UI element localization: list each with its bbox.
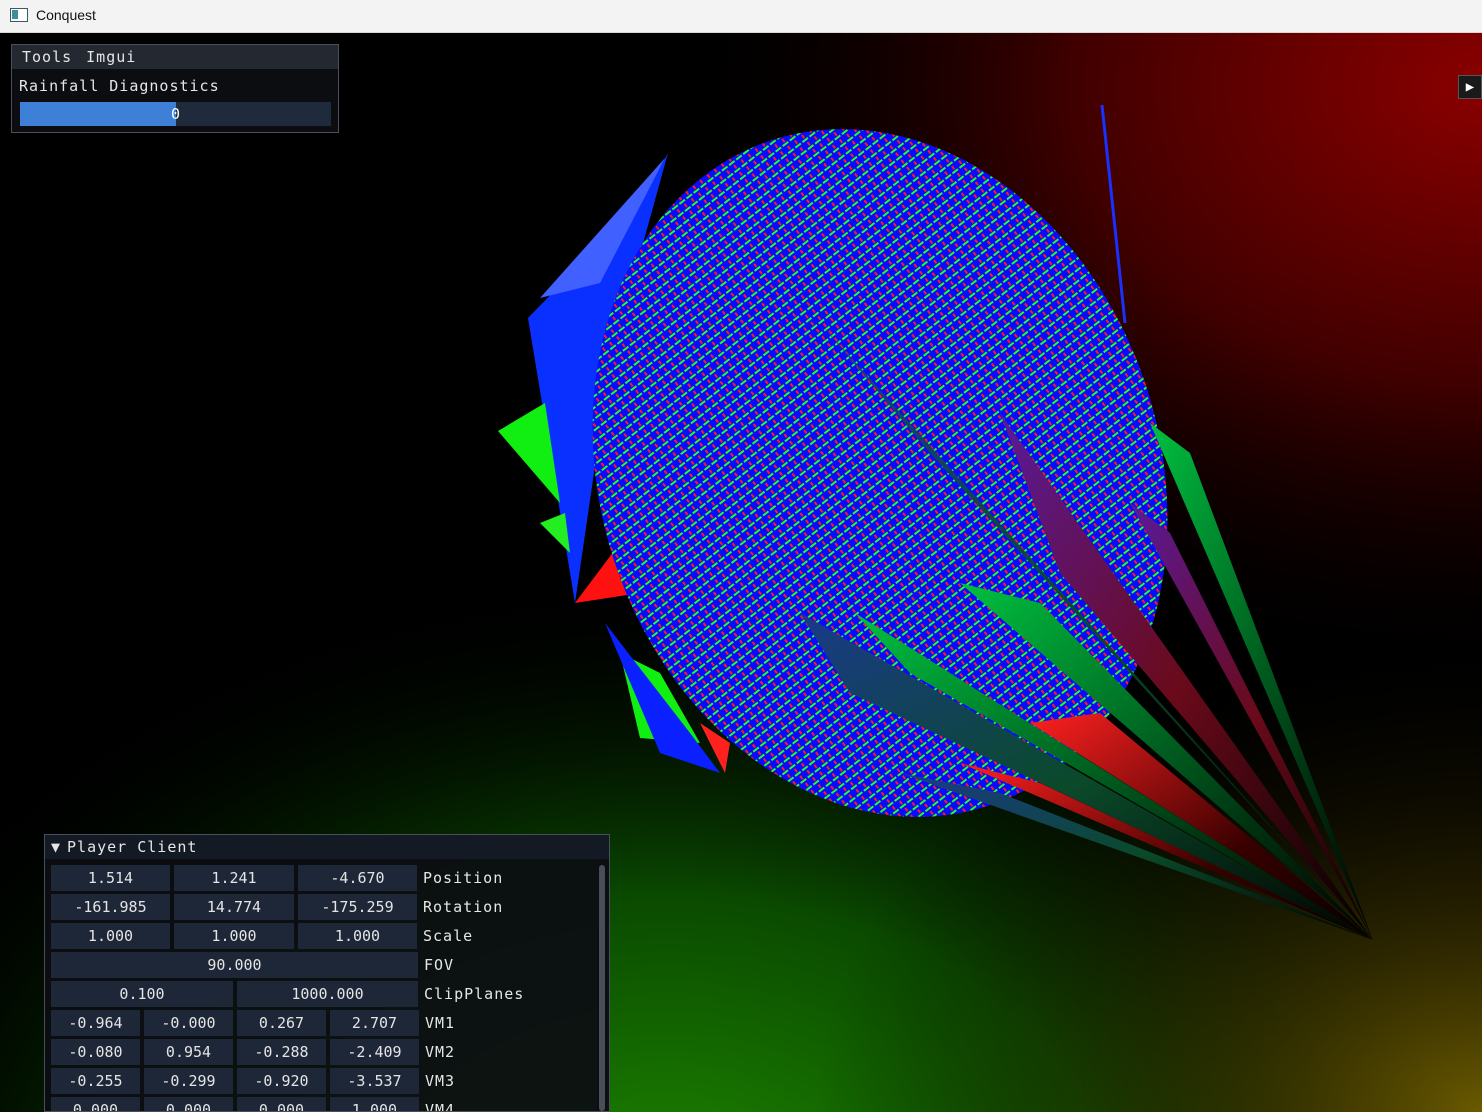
field-label: Scale <box>423 927 474 945</box>
drag-float-input[interactable]: -175.259 <box>298 894 417 920</box>
drag-float-input[interactable]: -0.080 <box>51 1039 140 1065</box>
field-row: -0.964 -0.000 0.267 2.707 VM1 <box>51 1010 595 1036</box>
drag-float-input[interactable]: -4.670 <box>298 865 417 891</box>
field-label: FOV <box>424 956 455 974</box>
player-client-window: ▼ Player Client 1.514 1.241 -4.670 Position… <box>44 834 610 1112</box>
drag-float-input[interactable]: 0.000 <box>51 1097 140 1111</box>
drag-float-input[interactable]: 90.000 <box>51 952 418 978</box>
drag-float-input[interactable]: -161.985 <box>51 894 170 920</box>
drag-float-input[interactable]: 1.000 <box>51 923 170 949</box>
field-label: ClipPlanes <box>424 985 525 1003</box>
drag-float-input[interactable]: 14.774 <box>174 894 294 920</box>
field-row: -161.985 14.774 -175.259 Rotation <box>51 894 595 920</box>
field-label: VM4 <box>425 1101 456 1111</box>
player-client-header[interactable]: ▼ Player Client <box>45 835 609 859</box>
vertical-scrollbar[interactable] <box>597 861 607 1111</box>
drag-float-input[interactable]: -2.409 <box>330 1039 419 1065</box>
drag-float-input[interactable]: 2.707 <box>330 1010 419 1036</box>
drag-float-input[interactable]: 0.100 <box>51 981 233 1007</box>
drag-float-input[interactable]: -0.255 <box>51 1068 140 1094</box>
field-row: 0.000 0.000 0.000 1.000 VM4 <box>51 1097 595 1111</box>
field-label: Position <box>423 869 504 887</box>
field-row: 1.000 1.000 1.000 Scale <box>51 923 595 949</box>
rainfall-diagnostics-label: Rainfall Diagnostics <box>19 77 220 95</box>
field-row: 90.000 FOV <box>51 952 595 978</box>
scrollbar-thumb[interactable] <box>599 865 605 1111</box>
drag-float-input[interactable]: -0.288 <box>237 1039 326 1065</box>
play-arrow-icon: ▶ <box>1465 79 1475 95</box>
field-label: VM1 <box>425 1014 456 1032</box>
drag-float-input[interactable]: 1000.000 <box>237 981 418 1007</box>
window-title: Conquest <box>36 7 96 23</box>
field-label: VM2 <box>425 1043 456 1061</box>
drag-float-input[interactable]: 0.954 <box>144 1039 233 1065</box>
drag-float-input[interactable]: 1.514 <box>51 865 170 891</box>
field-row: -0.080 0.954 -0.288 -2.409 VM2 <box>51 1039 595 1065</box>
player-client-fields: 1.514 1.241 -4.670 Position -161.985 14.774 -1… <box>51 865 595 1111</box>
menu-imgui[interactable]: Imgui <box>86 48 136 66</box>
drag-float-input[interactable]: 1.000 <box>298 923 417 949</box>
rainfall-progress-bar[interactable]: 0 <box>20 102 331 126</box>
tools-menubar: Tools Imgui <box>12 45 338 69</box>
player-client-title: Player Client <box>67 838 198 856</box>
drag-float-input[interactable]: 1.000 <box>174 923 294 949</box>
drag-float-input[interactable]: 0.000 <box>144 1097 233 1111</box>
triangle-down-icon: ▼ <box>51 838 62 856</box>
app-window-icon <box>10 8 28 22</box>
play-button[interactable]: ▶ <box>1458 75 1482 99</box>
drag-float-input[interactable]: 1.241 <box>174 865 294 891</box>
window-titlebar: Conquest <box>0 0 1482 33</box>
drag-float-input[interactable]: 0.267 <box>237 1010 326 1036</box>
field-label: VM3 <box>425 1072 456 1090</box>
field-row: -0.255 -0.299 -0.920 -3.537 VM3 <box>51 1068 595 1094</box>
drag-float-input[interactable]: -0.000 <box>144 1010 233 1036</box>
menu-tools[interactable]: Tools <box>22 48 72 66</box>
field-row: 0.100 1000.000 ClipPlanes <box>51 981 595 1007</box>
drag-float-input[interactable]: -3.537 <box>330 1068 419 1094</box>
field-label: Rotation <box>423 898 504 916</box>
drag-float-input[interactable]: -0.964 <box>51 1010 140 1036</box>
field-row: 1.514 1.241 -4.670 Position <box>51 865 595 891</box>
drag-float-input[interactable]: -0.920 <box>237 1068 326 1094</box>
tools-window: Tools Imgui Rainfall Diagnostics 0 <box>11 44 339 133</box>
progress-value: 0 <box>170 105 181 123</box>
drag-float-input[interactable]: 0.000 <box>237 1097 326 1111</box>
drag-float-input[interactable]: -0.299 <box>144 1068 233 1094</box>
drag-float-input[interactable]: 1.000 <box>330 1097 419 1111</box>
